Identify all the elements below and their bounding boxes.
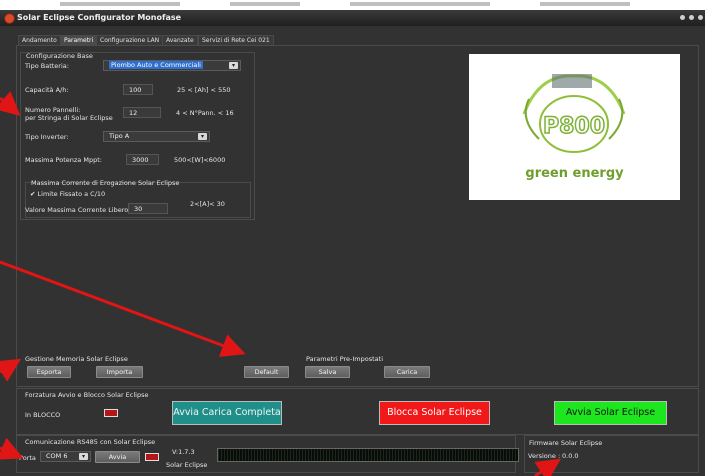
arrow-default — [0, 260, 246, 357]
arrow-firmware — [534, 458, 561, 476]
arrow-memory — [0, 358, 22, 382]
arrow-panels — [0, 91, 21, 116]
annotation-arrows — [0, 91, 561, 476]
arrow-port — [0, 437, 24, 460]
